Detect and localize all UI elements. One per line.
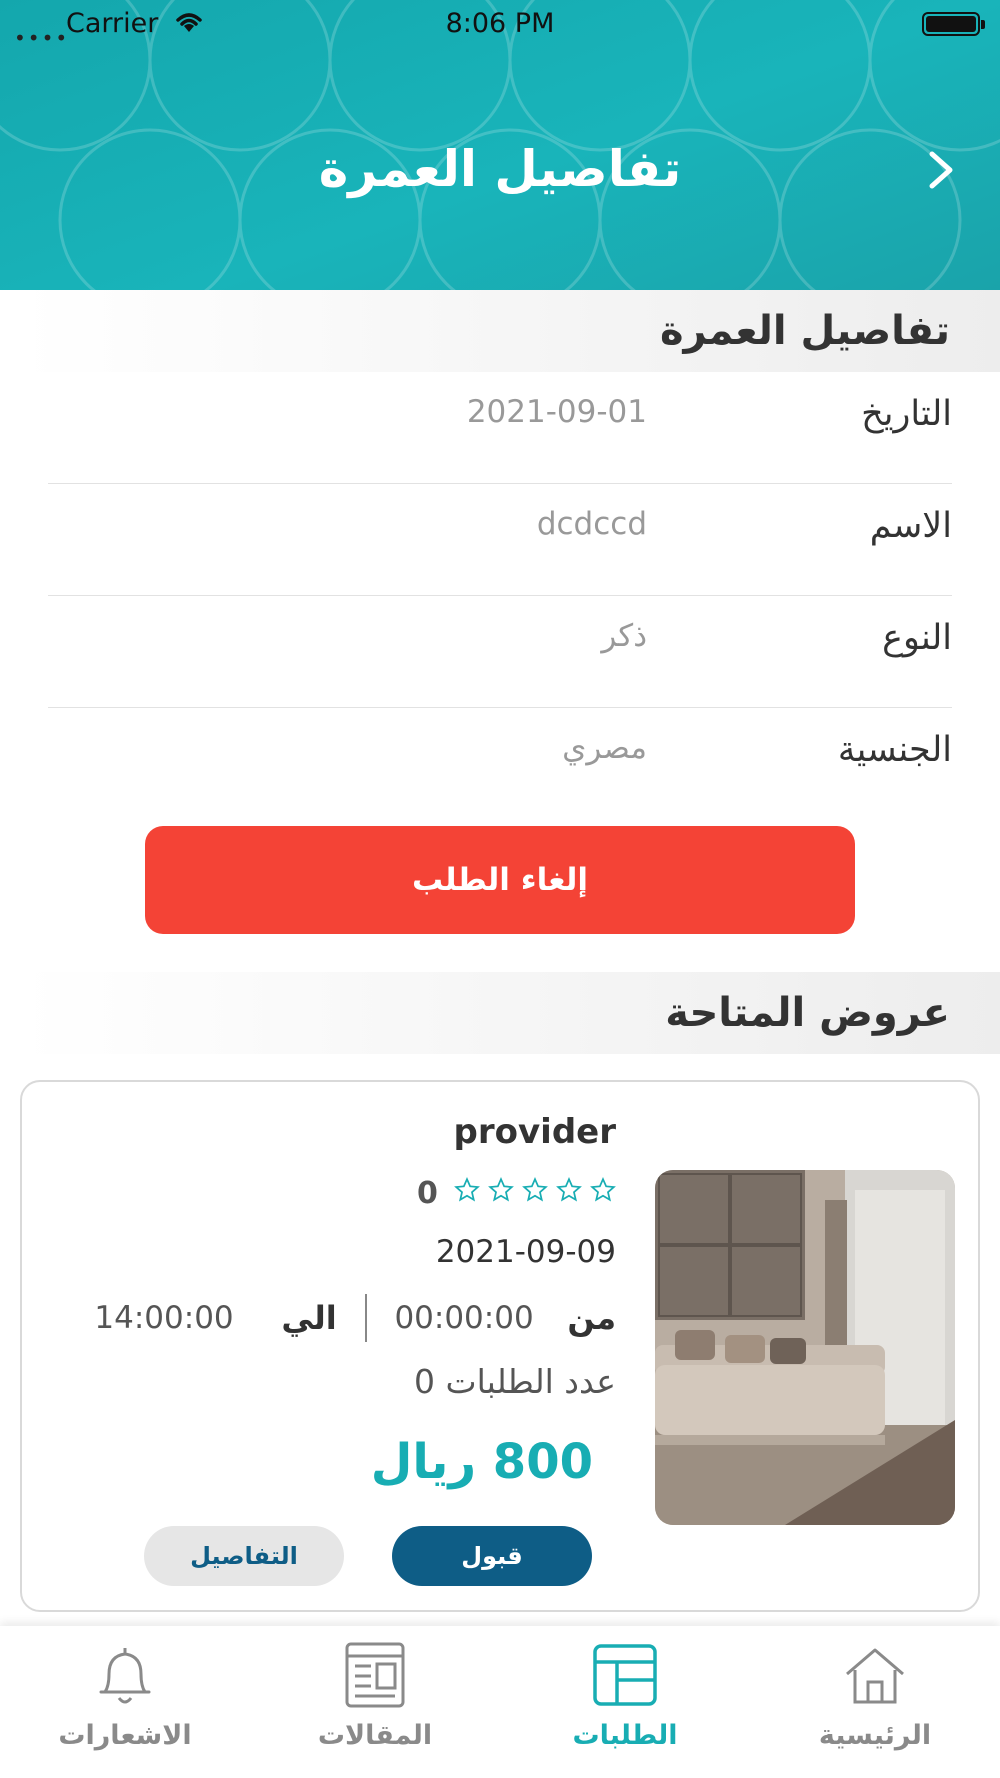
tab-notifications[interactable]: الاشعارات [0, 1626, 250, 1778]
accept-button[interactable]: قبول [392, 1526, 592, 1586]
tab-home[interactable]: الرئيسية [750, 1626, 1000, 1778]
to-time: 14:00:00 [94, 1300, 234, 1336]
clock: 8:06 PM [445, 8, 555, 39]
status-bar: •••• Carrier 8:06 PM [0, 0, 1000, 50]
home-icon [846, 1648, 904, 1704]
offer-photo [655, 1170, 955, 1525]
offer-time-range: من 00:00:00 الي 14:00:00 [94, 1294, 616, 1344]
rating-stars [454, 1177, 616, 1203]
to-label: الي [281, 1299, 337, 1337]
time-divider [364, 1294, 367, 1342]
tab-orders[interactable]: الطلبات [500, 1626, 750, 1778]
offers-section-title: عروض المتاحة [665, 990, 950, 1036]
detail-value: dcdccd [536, 506, 647, 542]
offers-section-header: عروض المتاحة [20, 972, 1000, 1054]
detail-label: الاسم [869, 506, 952, 546]
rating-value: 0 [417, 1176, 438, 1211]
detail-row-date: التاريخ 2021-09-01 [48, 372, 952, 484]
provider-name: provider [453, 1112, 616, 1152]
back-chevron-icon[interactable] [920, 148, 960, 192]
tab-label: المقالات [317, 1720, 433, 1751]
tab-articles[interactable]: المقالات [250, 1626, 500, 1778]
star-icon [590, 1177, 616, 1202]
detail-row-nationality: الجنسية مصري [48, 708, 952, 820]
detail-value: ذكر [601, 618, 647, 654]
details-section-title: تفاصيل العمرة [659, 308, 950, 354]
bottom-tab-bar: الرئيسية الطلبات المقالات الاشعارات [0, 1626, 1000, 1778]
page: •••• Carrier 8:06 PM تفاصيل العمرة تفاصي… [0, 0, 1000, 1778]
offer-price: 800 ريال [370, 1434, 593, 1490]
battery-icon [922, 12, 985, 36]
detail-value: 2021-09-01 [466, 394, 647, 430]
bell-icon [99, 1648, 151, 1704]
star-icon [522, 1177, 548, 1202]
star-icon [556, 1177, 582, 1202]
star-icon [454, 1177, 480, 1202]
app-header: •••• Carrier 8:06 PM تفاصيل العمرة [0, 0, 1000, 290]
details-button[interactable]: التفاصيل [144, 1526, 344, 1586]
from-label: من [567, 1299, 616, 1337]
detail-label: التاريخ [861, 394, 952, 434]
detail-row-name: الاسم dcdccd [48, 484, 952, 596]
offer-card: provider 0 2021-09-09 من 00:00:00 الي 14… [20, 1080, 980, 1612]
detail-label: الجنسية [837, 730, 952, 770]
cancel-request-button[interactable]: إلغاء الطلب [145, 826, 855, 934]
details-section-header: تفاصيل العمرة [20, 290, 1000, 372]
from-time: 00:00:00 [394, 1300, 534, 1336]
tab-label: الطلبات [572, 1720, 678, 1751]
offer-date: 2021-09-09 [435, 1234, 616, 1270]
tab-label: الاشعارات [58, 1720, 192, 1751]
detail-value: مصري [562, 730, 647, 766]
orders-icon [593, 1644, 657, 1706]
detail-row-gender: النوع ذكر [48, 596, 952, 708]
page-title: تفاصيل العمرة [318, 140, 682, 198]
tab-label: الرئيسية [818, 1720, 932, 1751]
requests-count: عدد الطلبات 0 [414, 1362, 616, 1401]
star-icon [488, 1177, 514, 1202]
articles-icon [345, 1642, 405, 1708]
detail-label: النوع [882, 618, 952, 658]
